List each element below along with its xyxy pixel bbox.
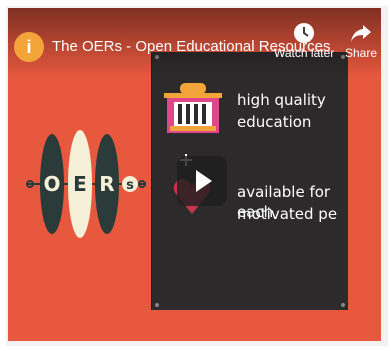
watch-later-label: Watch later: [274, 46, 335, 60]
slide-text-line: high quality: [237, 91, 326, 109]
play-icon: [196, 170, 212, 192]
play-button[interactable]: [177, 156, 227, 206]
slide-text-line: education: [237, 113, 312, 131]
watch-later-button[interactable]: Watch later: [274, 22, 334, 60]
share-label: Share: [344, 46, 378, 60]
logo-letter: O: [43, 172, 60, 196]
board-pin: [341, 303, 345, 307]
share-button[interactable]: Share: [342, 22, 380, 60]
channel-avatar[interactable]: i: [14, 32, 44, 62]
logo-letter: E: [73, 172, 87, 196]
logo-letter: R: [99, 172, 114, 196]
logo-letter: s: [126, 178, 134, 193]
video-top-bar: i The OERs - Open Educational Resources …: [8, 8, 381, 78]
slide-text-line: motivated pe: [237, 205, 338, 223]
video-player[interactable]: high quality education available for eac…: [8, 8, 381, 341]
share-arrow-icon: [351, 25, 371, 42]
oers-logo: O E R s: [26, 130, 146, 238]
board-pin: [155, 303, 159, 307]
building-icon: [164, 83, 222, 133]
clock-icon: [294, 23, 314, 43]
